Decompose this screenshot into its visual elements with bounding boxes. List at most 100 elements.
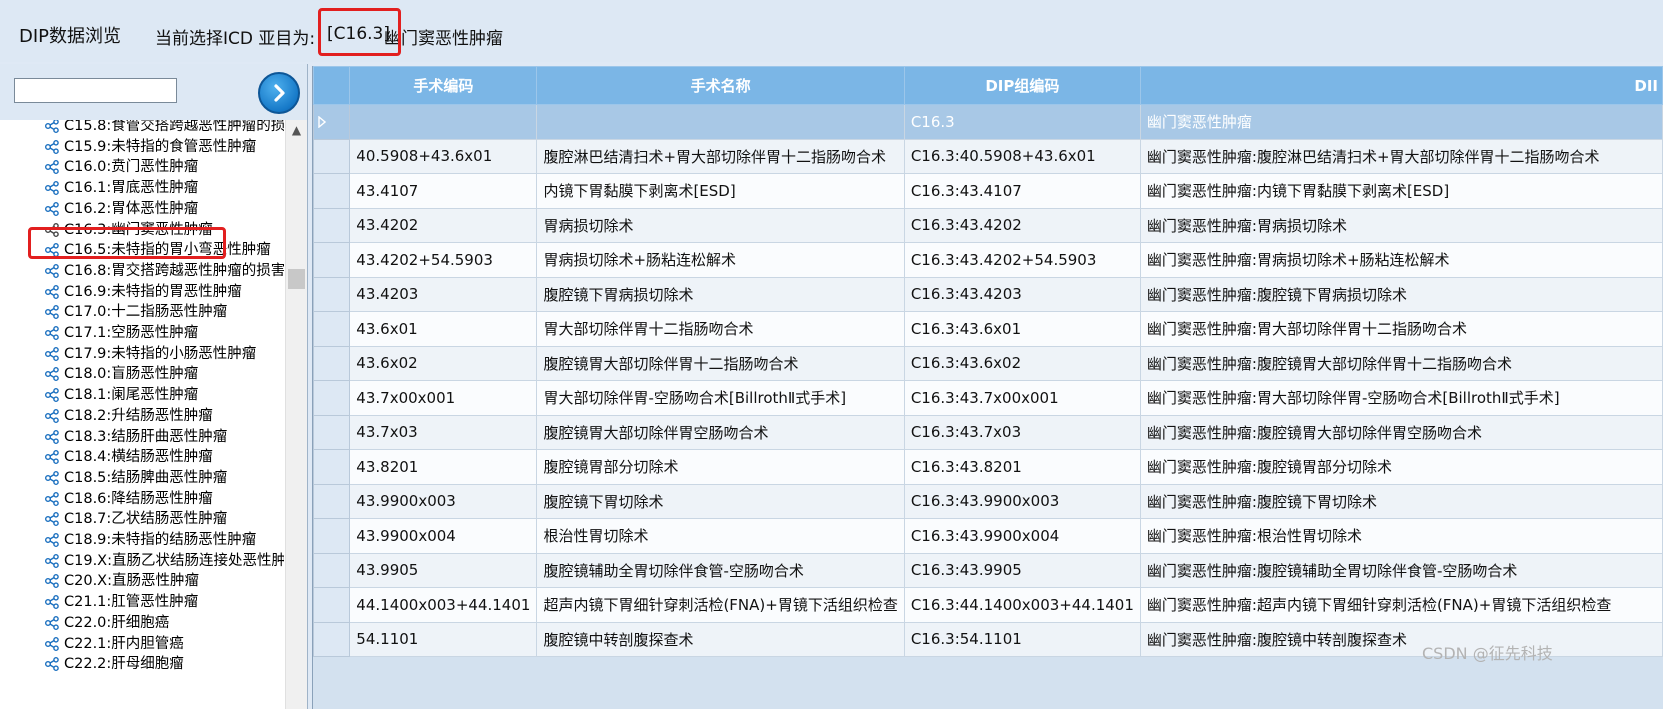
tree-scrollbar[interactable]: ▲ xyxy=(285,120,307,709)
cell-procedure-name[interactable]: 腹腔镜下胃切除术 xyxy=(536,483,905,519)
tree-item[interactable]: C22.2:肝母细胞瘤 xyxy=(44,653,284,675)
cell-dip-group-code[interactable]: C16.3:43.4203 xyxy=(903,276,1141,312)
cell-dip-group-code[interactable]: C16.3:54.1101 xyxy=(903,621,1141,657)
tree-item[interactable]: C16.9:未特指的胃恶性肿瘤 xyxy=(44,281,284,303)
cell-procedure-code[interactable]: 43.7x00x001 xyxy=(349,380,538,416)
cell-procedure-name[interactable]: 超声内镜下胃细针穿刺活检(FNA)+胃镜下活组织检查 xyxy=(536,587,905,623)
cell-dip-group-code[interactable]: C16.3:43.9905 xyxy=(903,552,1141,588)
cell-procedure-code[interactable]: 43.6x02 xyxy=(349,345,538,381)
cell-dip-group-name[interactable]: 幽门窦恶性肿瘤:腹腔镜辅助全胃切除伴食管-空肠吻合术 xyxy=(1139,552,1663,588)
cell-procedure-name[interactable]: 内镜下胃黏膜下剥离术[ESD] xyxy=(536,173,905,209)
table-row[interactable]: 43.4203 腹腔镜下胃病损切除术 C16.3:43.4203 幽门窦恶性肿瘤:腹腔… xyxy=(313,276,1663,312)
cell-dip-group-name[interactable]: 幽门窦恶性肿瘤:腹腔镜胃大部切除伴胃十二指肠吻合术 xyxy=(1139,345,1663,381)
cell-procedure-code[interactable]: 43.7x03 xyxy=(349,414,538,450)
row-header-cell[interactable] xyxy=(313,104,351,140)
tree-item[interactable]: C17.9:未特指的小肠恶性肿瘤 xyxy=(44,343,284,365)
tree-item[interactable]: C19.X:直肠乙状结肠连接处恶性肿 xyxy=(44,550,284,572)
table-row[interactable]: 43.7x00x001 胃大部切除伴胃-空肠吻合术[BillrothⅡ式手术] C1… xyxy=(313,380,1663,416)
cell-procedure-code[interactable]: 40.5908+43.6x01 xyxy=(349,138,538,174)
table-row[interactable]: 44.1400x003+44.1401 超声内镜下胃细针穿刺活检(FNA)+胃镜下… xyxy=(313,587,1663,623)
cell-procedure-name[interactable]: 腹腔镜胃部分切除术 xyxy=(536,449,905,485)
cell-dip-group-code[interactable]: C16.3:43.7x03 xyxy=(903,414,1141,450)
scroll-up-arrow-icon[interactable]: ▲ xyxy=(286,120,307,140)
cell-dip-group-code[interactable]: C16.3:43.8201 xyxy=(903,449,1141,485)
table-row[interactable]: 43.4107 内镜下胃黏膜下剥离术[ESD] C16.3:43.4107 幽门窦恶性… xyxy=(313,173,1663,209)
table-row[interactable]: 43.8201 腹腔镜胃部分切除术 C16.3:43.8201 幽门窦恶性肿瘤:腹腔镜… xyxy=(313,449,1663,485)
cell-dip-group-name[interactable]: 幽门窦恶性肿瘤:根治性胃切除术 xyxy=(1139,518,1663,554)
tree-item[interactable]: C22.0:肝细胞癌 xyxy=(44,612,284,634)
cell-dip-group-name[interactable]: 幽门窦恶性肿瘤:腹腔镜胃大部切除伴胃空肠吻合术 xyxy=(1139,414,1663,450)
cell-procedure-name[interactable]: 腹腔淋巴结清扫术+胃大部切除伴胃十二指肠吻合术 xyxy=(536,138,905,174)
row-header-cell[interactable] xyxy=(313,380,351,416)
row-header-cell[interactable] xyxy=(313,276,351,312)
row-header-cell[interactable] xyxy=(313,138,351,174)
cell-procedure-name[interactable]: 胃病损切除术 xyxy=(536,207,905,243)
tree-item[interactable]: C18.0:盲肠恶性肿瘤 xyxy=(44,363,284,385)
cell-dip-group-name[interactable]: 幽门窦恶性肿瘤:胃大部切除伴胃十二指肠吻合术 xyxy=(1139,311,1663,347)
tree-item[interactable]: C18.2:升结肠恶性肿瘤 xyxy=(44,405,284,427)
cell-procedure-code[interactable]: 43.9905 xyxy=(349,552,538,588)
scroll-thumb[interactable] xyxy=(288,269,305,289)
cell-dip-group-code[interactable]: C16.3:43.4202 xyxy=(903,207,1141,243)
tree-item[interactable]: C21.1:肛管恶性肿瘤 xyxy=(44,591,284,613)
cell-dip-group-code[interactable]: C16.3:40.5908+43.6x01 xyxy=(903,138,1141,174)
tree-item[interactable]: C18.9:未特指的结肠恶性肿瘤 xyxy=(44,529,284,551)
column-header-dip-group-code[interactable]: DIP组编码 xyxy=(903,66,1141,105)
table-row[interactable]: 43.9900x004 根治性胃切除术 C16.3:43.9900x004 幽门窦恶性… xyxy=(313,518,1663,554)
cell-procedure-code[interactable]: 43.4203 xyxy=(349,276,538,312)
cell-dip-group-code[interactable]: C16.3:43.4107 xyxy=(903,173,1141,209)
table-row[interactable]: 43.6x01 胃大部切除伴胃十二指肠吻合术 C16.3:43.6x01 幽门窦恶性肿… xyxy=(313,311,1663,347)
cell-procedure-name[interactable]: 腹腔镜下胃病损切除术 xyxy=(536,276,905,312)
cell-procedure-code[interactable]: 43.9900x003 xyxy=(349,483,538,519)
cell-dip-group-code[interactable]: C16.3:43.9900x004 xyxy=(903,518,1141,554)
tree-search-input[interactable] xyxy=(14,78,177,103)
cell-procedure-code[interactable] xyxy=(349,104,538,140)
cell-dip-group-name[interactable]: 幽门窦恶性肿瘤:胃病损切除术+肠粘连松解术 xyxy=(1139,242,1663,278)
row-header-cell[interactable] xyxy=(313,242,351,278)
cell-dip-group-name[interactable]: 幽门窦恶性肿瘤 xyxy=(1139,104,1663,140)
tree-item[interactable]: C18.3:结肠肝曲恶性肿瘤 xyxy=(44,426,284,448)
cell-procedure-name[interactable]: 胃大部切除伴胃-空肠吻合术[BillrothⅡ式手术] xyxy=(536,380,905,416)
cell-procedure-name[interactable]: 腹腔镜中转剖腹探查术 xyxy=(536,621,905,657)
table-row[interactable]: 43.4202 胃病损切除术 C16.3:43.4202 幽门窦恶性肿瘤:胃病损切除术 xyxy=(313,207,1663,243)
table-row[interactable]: 40.5908+43.6x01 腹腔淋巴结清扫术+胃大部切除伴胃十二指肠吻合术 C1… xyxy=(313,138,1663,174)
tree-item[interactable]: C18.5:结肠脾曲恶性肿瘤 xyxy=(44,467,284,489)
column-header-dip-group-name[interactable]: DII xyxy=(1139,66,1663,105)
row-header-cell[interactable] xyxy=(313,449,351,485)
cell-dip-group-name[interactable]: 幽门窦恶性肿瘤:胃病损切除术 xyxy=(1139,207,1663,243)
tree-item[interactable]: C16.5:未特指的胃小弯恶性肿瘤 xyxy=(44,239,284,261)
cell-procedure-code[interactable]: 54.1101 xyxy=(349,621,538,657)
row-header-cell[interactable] xyxy=(313,621,351,657)
cell-procedure-name[interactable]: 根治性胃切除术 xyxy=(536,518,905,554)
cell-procedure-name[interactable]: 腹腔镜辅助全胃切除伴食管-空肠吻合术 xyxy=(536,552,905,588)
cell-procedure-code[interactable]: 43.4107 xyxy=(349,173,538,209)
tree-item[interactable]: C17.0:十二指肠恶性肿瘤 xyxy=(44,301,284,323)
cell-dip-group-code[interactable]: C16.3:44.1400x003+44.1401 xyxy=(903,587,1141,623)
cell-dip-group-name[interactable]: 幽门窦恶性肿瘤:腹腔镜下胃切除术 xyxy=(1139,483,1663,519)
column-header-procedure-name[interactable]: 手术名称 xyxy=(536,66,905,105)
cell-dip-group-name[interactable]: 幽门窦恶性肿瘤:腹腔镜胃部分切除术 xyxy=(1139,449,1663,485)
row-header-cell[interactable] xyxy=(313,345,351,381)
cell-procedure-code[interactable]: 43.6x01 xyxy=(349,311,538,347)
cell-procedure-code[interactable]: 44.1400x003+44.1401 xyxy=(349,587,538,623)
tree-item[interactable]: C18.1:阑尾恶性肿瘤 xyxy=(44,384,284,406)
cell-procedure-code[interactable]: 43.4202 xyxy=(349,207,538,243)
tree-item[interactable]: C18.7:乙状结肠恶性肿瘤 xyxy=(44,508,284,530)
tree-item[interactable]: C16.2:胃体恶性肿瘤 xyxy=(44,198,284,220)
row-header-cell[interactable] xyxy=(313,552,351,588)
table-row[interactable]: C16.3 幽门窦恶性肿瘤 xyxy=(313,104,1663,140)
row-header-cell[interactable] xyxy=(313,414,351,450)
row-header-cell[interactable] xyxy=(313,173,351,209)
row-header-cell[interactable] xyxy=(313,311,351,347)
column-header-procedure-code[interactable]: 手术编码 xyxy=(349,66,538,105)
row-header-cell[interactable] xyxy=(313,518,351,554)
cell-dip-group-name[interactable]: 幽门窦恶性肿瘤:内镜下胃黏膜下剥离术[ESD] xyxy=(1139,173,1663,209)
cell-procedure-code[interactable]: 43.9900x004 xyxy=(349,518,538,554)
tree-item[interactable]: C17.1:空肠恶性肿瘤 xyxy=(44,322,284,344)
table-row[interactable]: 43.6x02 腹腔镜胃大部切除伴胃十二指肠吻合术 C16.3:43.6x02 幽门窦… xyxy=(313,345,1663,381)
cell-procedure-name[interactable]: 腹腔镜胃大部切除伴胃空肠吻合术 xyxy=(536,414,905,450)
cell-dip-group-name[interactable]: 幽门窦恶性肿瘤:腹腔淋巴结清扫术+胃大部切除伴胃十二指肠吻合术 xyxy=(1139,138,1663,174)
table-row[interactable]: 43.9900x003 腹腔镜下胃切除术 C16.3:43.9900x003 幽门窦恶… xyxy=(313,483,1663,519)
cell-dip-group-code[interactable]: C16.3:43.9900x003 xyxy=(903,483,1141,519)
row-header-cell[interactable] xyxy=(313,587,351,623)
